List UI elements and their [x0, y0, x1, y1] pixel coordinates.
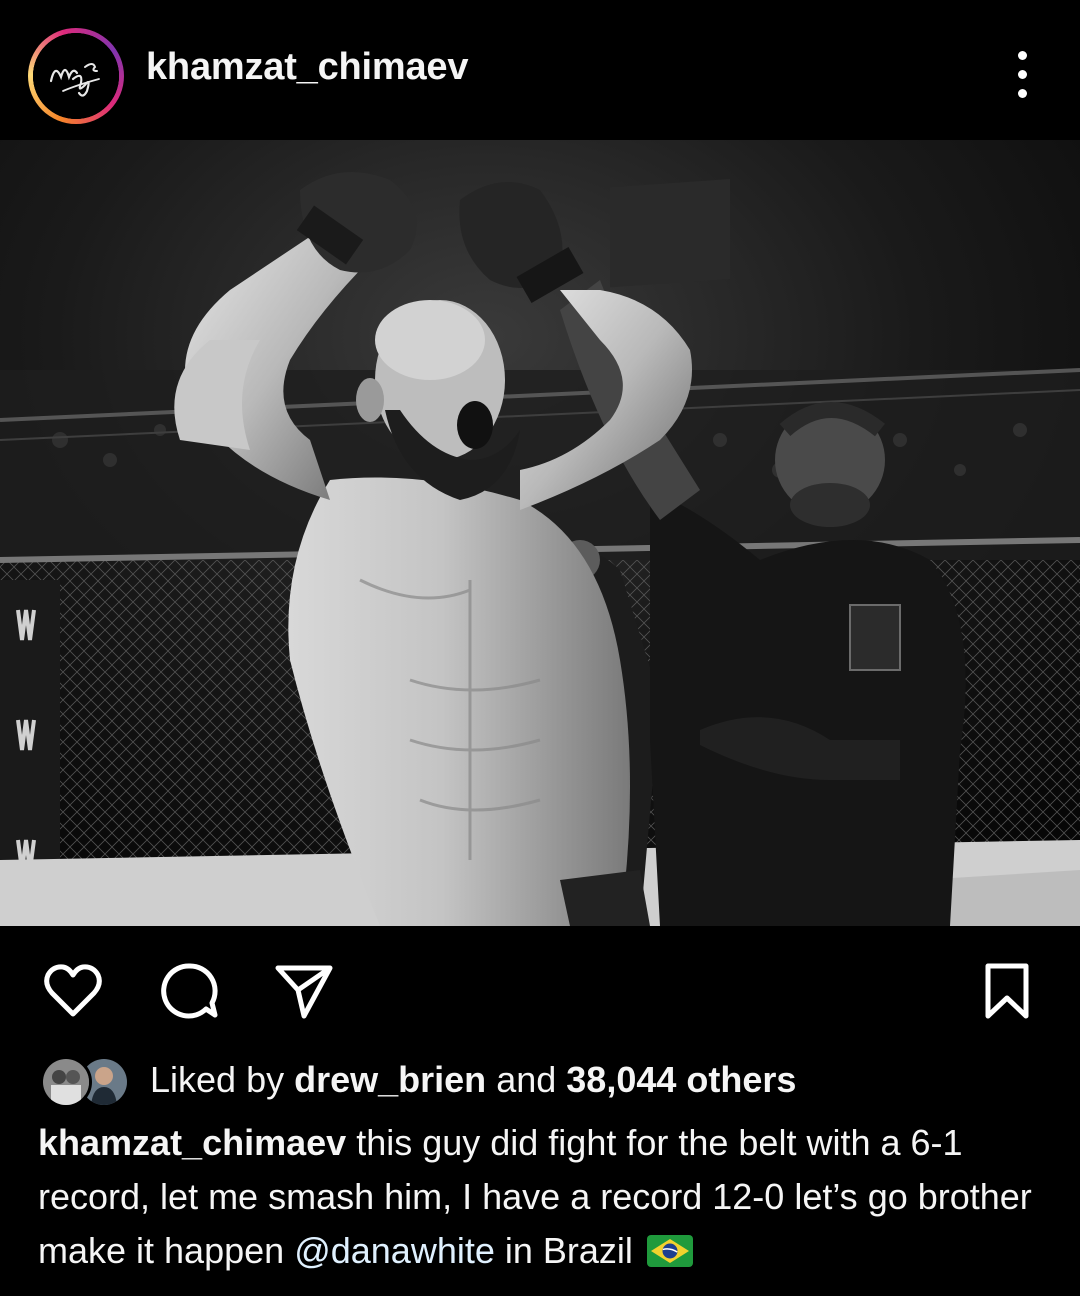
post-action-bar [0, 940, 1080, 1040]
caption-username[interactable]: khamzat_chimaev [38, 1122, 346, 1163]
save-button[interactable] [974, 958, 1040, 1024]
caption-mention[interactable]: @danawhite [294, 1230, 495, 1271]
more-vertical-icon-dot [1017, 69, 1027, 79]
liker-avatar [40, 1056, 92, 1108]
post-caption: khamzat_chimaev this guy did fight for t… [38, 1116, 1048, 1278]
post-username[interactable]: khamzat_chimaev [146, 46, 468, 89]
heart-icon [44, 964, 102, 1017]
likes-connector: and [496, 1059, 557, 1100]
post-photo[interactable] [0, 140, 1080, 926]
bookmark-icon [985, 963, 1029, 1019]
likes-text: Liked by drew_brien and 38,044 others [150, 1059, 796, 1101]
signature-logo-icon [33, 33, 119, 119]
comment-button[interactable] [156, 958, 222, 1024]
like-button[interactable] [40, 958, 106, 1024]
likes-summary[interactable]: Liked by drew_brien and 38,044 others [40, 1050, 796, 1110]
post-header: khamzat_chimaev [0, 0, 1080, 140]
likes-count[interactable]: 38,044 others [566, 1059, 796, 1100]
likes-prefix: Liked by [150, 1059, 285, 1100]
more-options-button[interactable] [996, 44, 1048, 104]
share-button[interactable] [270, 958, 336, 1024]
more-vertical-icon [1017, 50, 1027, 60]
profile-avatar[interactable] [28, 28, 124, 124]
more-vertical-icon-dot [1017, 88, 1027, 98]
liker-username[interactable]: drew_brien [294, 1059, 486, 1100]
liker-avatars [40, 1052, 136, 1108]
caption-text-after: in Brazil [504, 1230, 633, 1271]
comment-icon [161, 963, 218, 1019]
brazil-flag-icon [646, 1235, 693, 1267]
send-icon [275, 965, 333, 1019]
